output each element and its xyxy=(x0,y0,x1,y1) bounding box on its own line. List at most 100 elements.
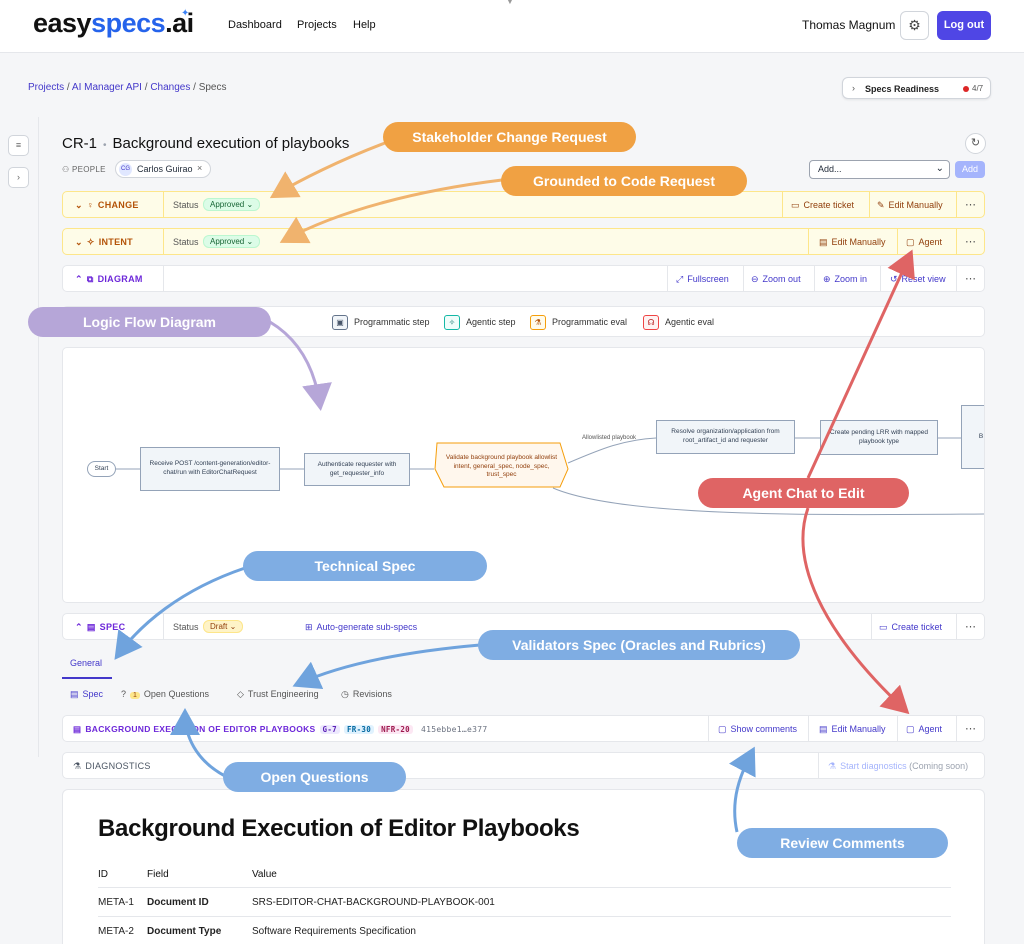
column-header: Value xyxy=(252,869,277,880)
subtab-trust-engineering[interactable]: ◇ Trust Engineering xyxy=(237,689,319,700)
spec-toggle[interactable]: ⌃ ▤ SPEC xyxy=(75,622,125,633)
intent-row: ⌄ ✧ INTENT Status Approved ⌄ ▤ Edit Manuall… xyxy=(62,228,985,255)
intent-toggle[interactable]: ⌄ ✧ INTENT xyxy=(75,237,133,248)
grid-icon: ⊞ xyxy=(305,622,313,632)
hash: 415ebbe1…e377 xyxy=(420,725,488,734)
add-button[interactable]: Add xyxy=(955,161,985,178)
status-badge[interactable]: Approved ⌄ xyxy=(203,235,261,248)
diagram-icon: ⧉ xyxy=(86,274,94,284)
more-icon[interactable]: ⋯ xyxy=(965,722,976,735)
breadcrumb-project[interactable]: AI Manager API xyxy=(72,82,142,93)
chevron-up-icon: ⌃ xyxy=(75,622,83,632)
agent-button[interactable]: ▢ Agent xyxy=(906,237,942,248)
clock-icon: ◷ xyxy=(341,689,349,699)
node-create-lrr[interactable]: Create pending LRR with mapped playbook … xyxy=(820,420,938,455)
document-icon: ▤ xyxy=(73,724,82,734)
node-start[interactable]: Start xyxy=(87,461,116,477)
close-icon[interactable]: × xyxy=(197,163,202,173)
status-label: Status xyxy=(173,237,199,247)
nav-projects[interactable]: Projects xyxy=(297,19,337,31)
node-receive-post[interactable]: Receive POST /content-generation/editor-… xyxy=(140,447,280,491)
divider xyxy=(667,266,668,291)
status-badge[interactable]: Approved ⌄ xyxy=(203,198,261,211)
agent-button[interactable]: ▢ Agent xyxy=(906,724,942,735)
divider xyxy=(808,229,809,254)
more-icon[interactable]: ⋯ xyxy=(965,235,976,248)
column-header: ID xyxy=(98,869,108,880)
add-select[interactable]: Add... ⌄ xyxy=(809,160,950,179)
edit-manually-button[interactable]: ▤ Edit Manually xyxy=(819,724,886,735)
divider xyxy=(897,229,898,254)
divider xyxy=(163,266,164,291)
separator-dot: • xyxy=(103,140,107,151)
document-icon: ▤ xyxy=(86,622,96,632)
nav-dashboard[interactable]: Dashboard xyxy=(228,19,282,31)
zoom-in-icon: ⊕ xyxy=(823,274,831,284)
breadcrumb-changes[interactable]: Changes xyxy=(150,82,190,93)
breadcrumb-projects[interactable]: Projects xyxy=(28,82,64,93)
list-toggle-button[interactable]: ≡ xyxy=(8,135,29,156)
table-cell: META-2 xyxy=(98,926,134,937)
nav-help[interactable]: Help xyxy=(353,19,376,31)
readiness-count: 4/7 xyxy=(972,84,984,93)
callout-technical-spec: Technical Spec xyxy=(243,551,487,581)
diagram-toggle[interactable]: ⌃ ⧉ DIAGRAM xyxy=(75,274,143,285)
start-diagnostics-button[interactable]: ⚗ Start diagnostics (Coming soon) xyxy=(828,761,968,772)
subtab-open-questions[interactable]: ? 1 Open Questions xyxy=(121,689,209,699)
zoom-in-button[interactable]: ⊕ Zoom in xyxy=(823,274,867,285)
divider xyxy=(708,716,709,741)
more-icon[interactable]: ⋯ xyxy=(965,620,976,633)
logo[interactable]: easyspecs.ai xyxy=(33,8,194,39)
logout-button[interactable]: Log out xyxy=(937,11,991,40)
sparkle-icon: ✦ xyxy=(181,8,190,19)
readiness-label: Specs Readiness xyxy=(865,84,940,94)
auto-generate-button[interactable]: ⊞ Auto-generate sub-specs xyxy=(305,622,417,633)
person-chip[interactable]: CG Carlos Guirao × xyxy=(115,160,211,178)
reset-view-button[interactable]: ↺ Reset view xyxy=(890,274,946,285)
legend-programmatic-step: ▣ Programmatic step xyxy=(332,315,430,330)
divider xyxy=(163,192,164,217)
legend-programmatic-eval: ⚗ Programmatic eval xyxy=(530,315,627,330)
node-resolve-org[interactable]: Resolve organization/application from ro… xyxy=(656,420,795,454)
lightbulb-icon: ♀ xyxy=(86,200,94,210)
callout-agent-chat: Agent Chat to Edit xyxy=(698,478,909,508)
create-ticket-button[interactable]: ▭ Create ticket xyxy=(791,200,854,211)
subtab-spec[interactable]: ▤ Spec xyxy=(70,689,103,700)
more-icon[interactable]: ⋯ xyxy=(965,198,976,211)
ticket-icon: ▭ xyxy=(879,622,888,632)
chevron-up-icon: ⌃ xyxy=(75,274,83,284)
chevron-right-icon: › xyxy=(852,83,855,93)
subtab-revisions[interactable]: ◷ Revisions xyxy=(341,689,392,700)
more-icon[interactable]: ⋯ xyxy=(965,272,976,285)
node-validate[interactable]: Validate background playbook allowlist i… xyxy=(445,449,558,485)
diagnostics-label: ⚗ DIAGNOSTICS xyxy=(73,761,151,771)
expand-sidebar-button[interactable]: › xyxy=(8,167,29,188)
user-name: Thomas Magnum xyxy=(802,18,896,32)
specs-readiness-button[interactable]: › Specs Readiness 4/7 xyxy=(842,77,991,99)
create-ticket-button[interactable]: ▭ Create ticket xyxy=(879,622,942,633)
settings-button[interactable]: ⚙ xyxy=(900,11,929,40)
tab-indicator xyxy=(62,677,112,679)
edit-manually-button[interactable]: ▤ Edit Manually xyxy=(819,237,886,248)
count-badge: 1 xyxy=(130,692,140,699)
callout-validators: Validators Spec (Oracles and Rubrics) xyxy=(478,630,800,660)
zoom-out-icon: ⊖ xyxy=(751,274,759,284)
change-toggle[interactable]: ⌄ ♀ CHANGE xyxy=(75,200,139,211)
diagnostics-icon: ⚗ xyxy=(828,761,837,771)
status-badge[interactable]: Draft ⌄ xyxy=(203,620,244,633)
chevron-right-icon: › xyxy=(17,172,20,182)
sparkles-icon: ✧ xyxy=(444,315,460,330)
divider xyxy=(956,716,957,741)
refresh-button[interactable]: ↻ xyxy=(965,133,986,154)
edit-manually-button[interactable]: ✎ Edit Manually xyxy=(877,200,943,211)
spec-header-row: ▤ BACKGROUND EXECUTION OF EDITOR PLAYBOOK… xyxy=(62,715,985,742)
node-partial[interactable]: B xyxy=(961,405,984,469)
divider xyxy=(871,614,872,639)
show-comments-button[interactable]: ▢ Show comments xyxy=(718,724,797,735)
node-authenticate[interactable]: Authenticate requester with get_requeste… xyxy=(304,453,410,486)
zoom-out-button[interactable]: ⊖ Zoom out xyxy=(751,274,801,285)
fullscreen-button[interactable]: ⤢ Fullscreen xyxy=(676,274,729,285)
divider xyxy=(163,229,164,254)
flow-diagram[interactable]: Start Receive POST /content-generation/e… xyxy=(62,347,985,603)
tab-general[interactable]: General xyxy=(70,658,102,668)
